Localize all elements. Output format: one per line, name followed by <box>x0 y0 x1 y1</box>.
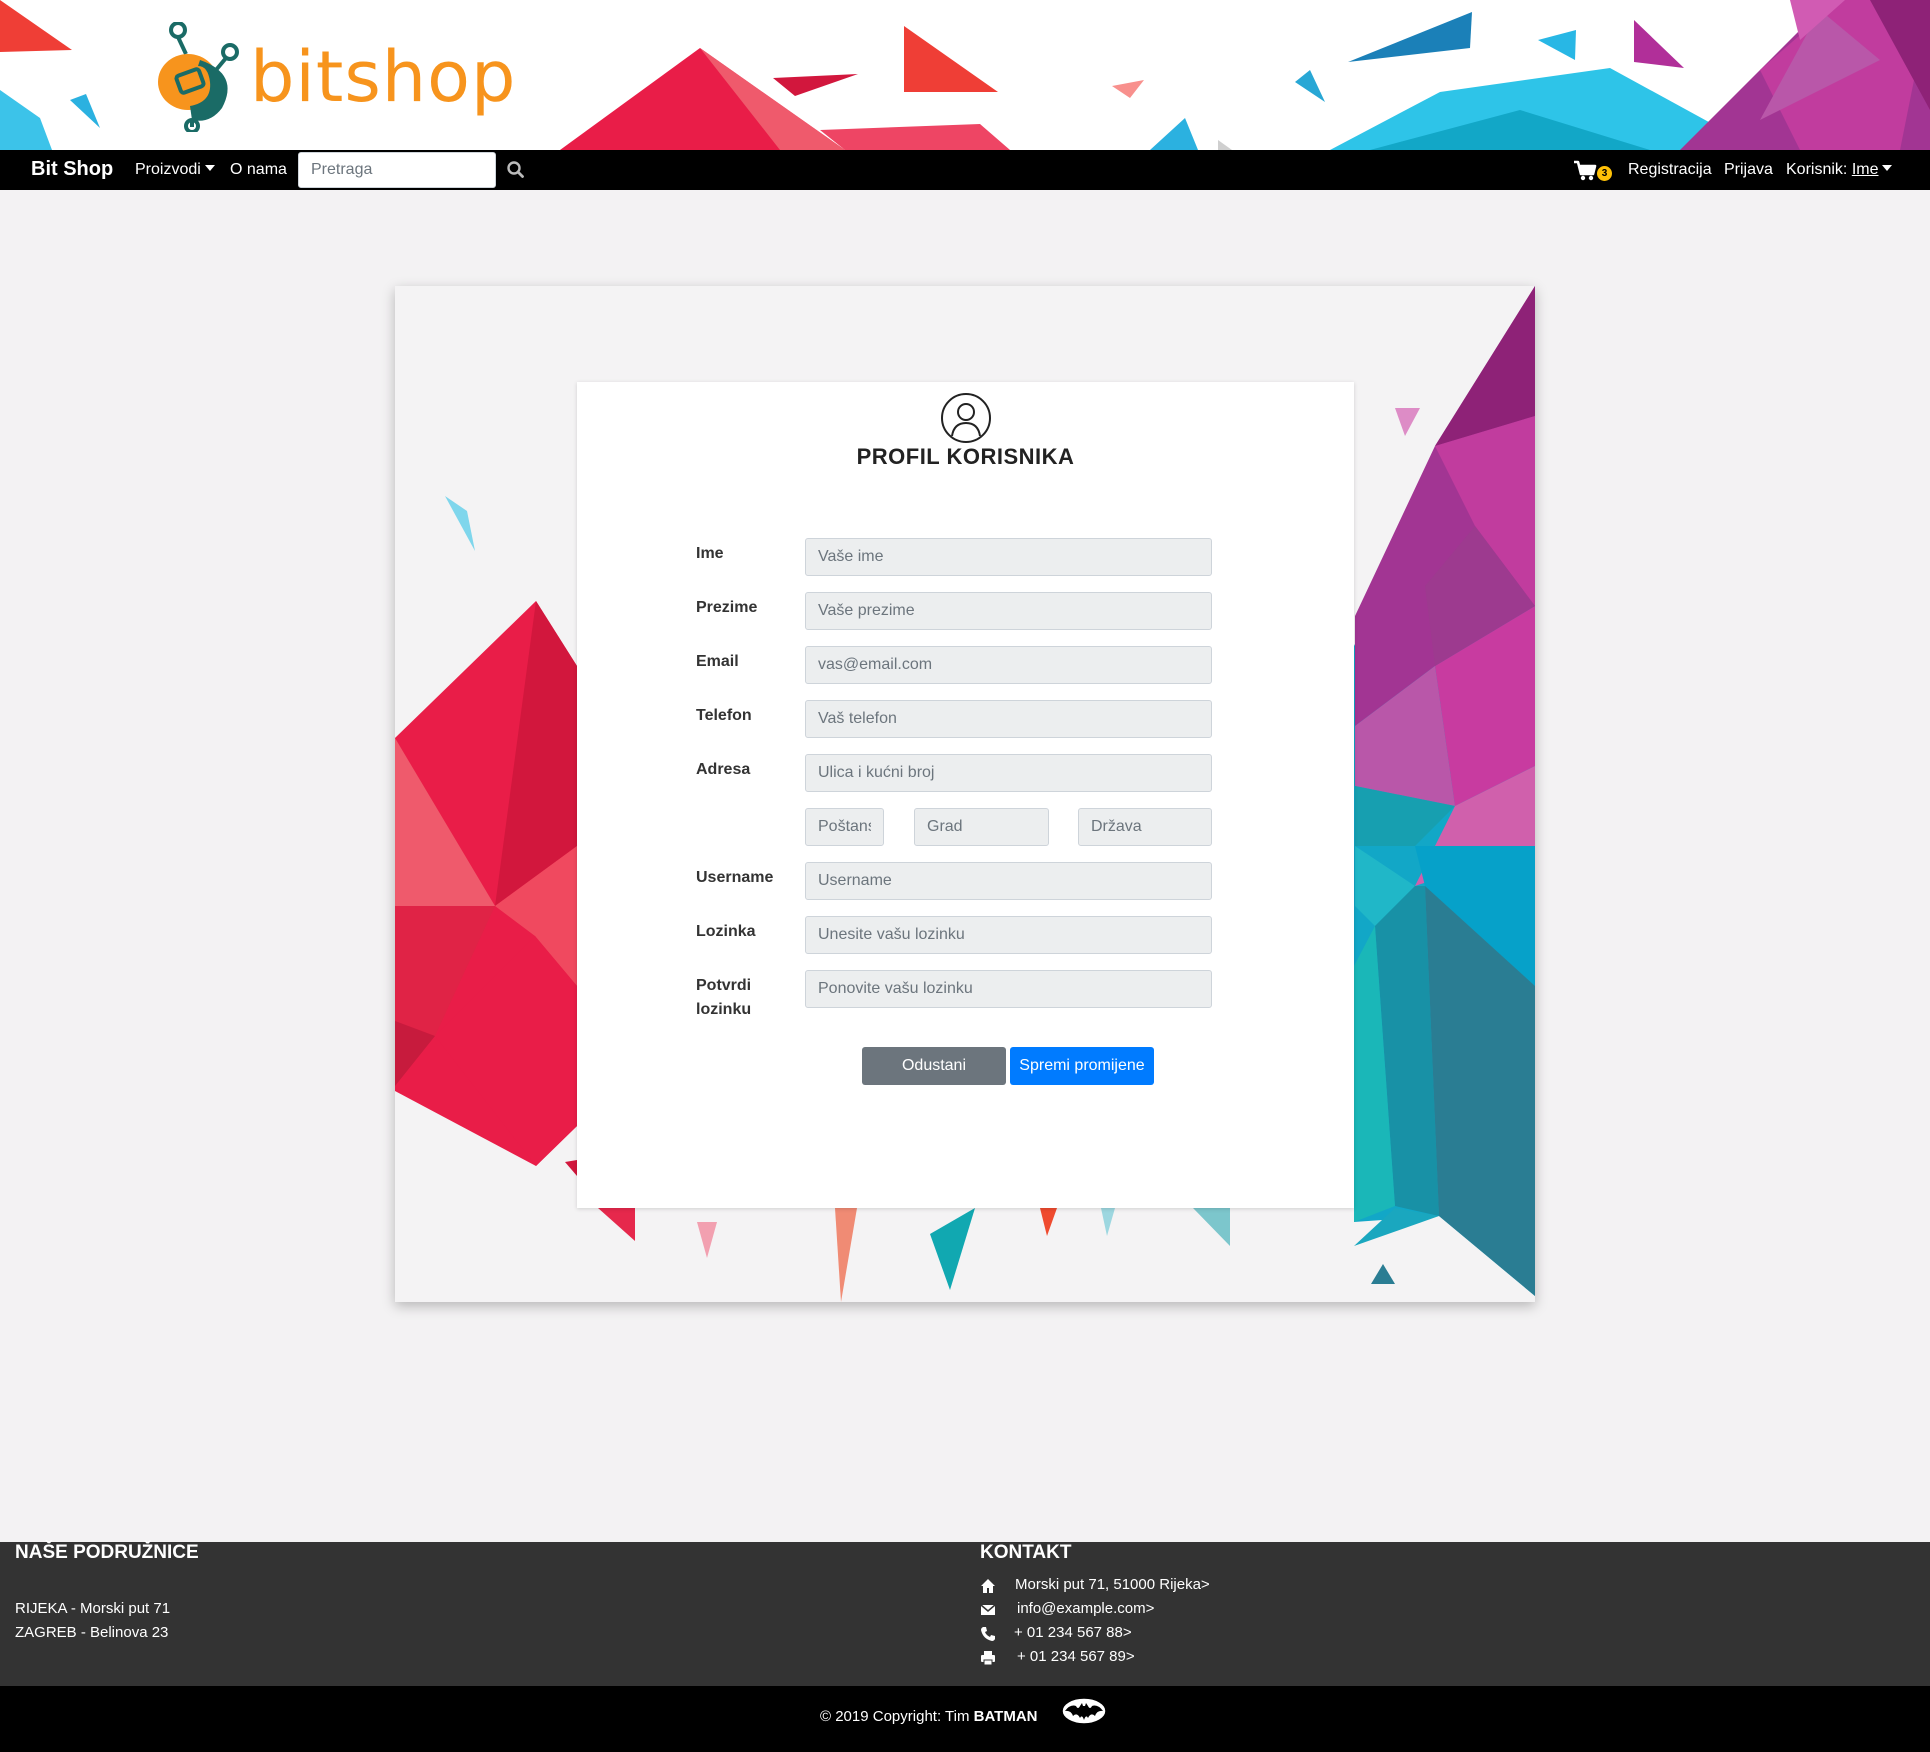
search-icon[interactable] <box>505 159 527 181</box>
username-field[interactable] <box>805 862 1212 900</box>
phone-label: Telefon <box>696 707 752 724</box>
country-field[interactable] <box>1078 808 1212 846</box>
nav-about[interactable]: O nama <box>230 161 287 179</box>
email-label: Email <box>696 653 739 670</box>
postal-code-field[interactable] <box>805 808 884 846</box>
contact-fax: + 01 234 567 89> <box>1017 1648 1135 1665</box>
contact-address: Morski put 71, 51000 Rijeka> <box>1015 1576 1210 1593</box>
nav-user-name: Ime <box>1851 161 1879 178</box>
footer: NAŠE PODRUŽNICE RIJEKA - Morski put 71 Z… <box>0 1542 1930 1686</box>
confirm-label-line2: lozinku <box>696 1001 752 1018</box>
city-field[interactable] <box>914 808 1049 846</box>
contact-phone: + 01 234 567 88> <box>1014 1624 1132 1641</box>
nav-user-prefix: Korisnik: <box>1786 161 1848 178</box>
navbar-brand[interactable]: Bit Shop <box>31 158 113 181</box>
branch-rijeka: RIJEKA - Morski put 71 <box>15 1600 171 1617</box>
phone-icon <box>981 1627 995 1641</box>
confirm-password-label: Potvrdi lozinku <box>696 974 751 1022</box>
contact-email[interactable]: info@example.com> <box>1017 1600 1154 1617</box>
last-name-field[interactable] <box>805 592 1212 630</box>
copyright-label: © 2019 Copyright: Tim <box>820 1708 970 1725</box>
phone-field[interactable] <box>805 700 1212 738</box>
user-profile-icon <box>941 393 991 443</box>
branches-title: NAŠE PODRUŽNICE <box>15 1542 199 1563</box>
username-label: Username <box>696 869 774 886</box>
caret-down-icon <box>1882 165 1893 171</box>
cancel-button[interactable]: Odustani <box>862 1047 1006 1085</box>
search-input[interactable] <box>298 152 496 188</box>
password-field[interactable] <box>805 916 1212 954</box>
save-button[interactable]: Spremi promijene <box>1010 1047 1154 1085</box>
address-field[interactable] <box>805 754 1212 792</box>
logo-text: bitshop <box>250 36 517 118</box>
profile-form: PROFIL KORISNIKA Ime Prezime Email Telef… <box>577 382 1354 1208</box>
first-name-field[interactable] <box>805 538 1212 576</box>
confirm-label-line1: Potvrdi <box>696 977 752 994</box>
branch-zagreb: ZAGREB - Belinova 23 <box>15 1624 169 1641</box>
robot-logo-icon <box>158 22 239 132</box>
copyright-text: © 2019 Copyright: Tim BATMAN <box>820 1708 1038 1725</box>
navbar: Bit Shop Proizvodi O nama Registracija P… <box>0 150 1930 190</box>
nav-products-label: Proizvodi <box>135 161 201 178</box>
nav-products-dropdown[interactable]: Proizvodi <box>135 161 215 179</box>
first-name-label: Ime <box>696 545 724 562</box>
home-icon <box>981 1579 995 1593</box>
confirm-password-field[interactable] <box>805 970 1212 1008</box>
nav-user-dropdown[interactable]: Korisnik: Ime <box>1786 161 1893 179</box>
last-name-label: Prezime <box>696 599 758 616</box>
envelope-icon <box>980 1604 996 1615</box>
address-label: Adresa <box>696 761 751 778</box>
copyright-bar: © 2019 Copyright: Tim BATMAN <box>0 1686 1930 1752</box>
contact-title: KONTAKT <box>980 1542 1072 1563</box>
batman-icon <box>1061 1697 1107 1725</box>
email-field[interactable] <box>805 646 1212 684</box>
bitshop-logo[interactable]: bitshop <box>148 22 528 132</box>
nav-login[interactable]: Prijava <box>1724 161 1773 179</box>
profile-card: PROFIL KORISNIKA Ime Prezime Email Telef… <box>395 286 1535 1302</box>
password-label: Lozinka <box>696 923 756 940</box>
cart-count-badge: 3 <box>1597 166 1612 181</box>
print-icon <box>981 1651 995 1666</box>
team-name: BATMAN <box>973 1708 1038 1725</box>
caret-down-icon <box>204 165 215 171</box>
form-title: PROFIL KORISNIKA <box>856 444 1075 469</box>
nav-register[interactable]: Registracija <box>1628 161 1712 179</box>
header-banner: bitshop <box>0 0 1930 150</box>
